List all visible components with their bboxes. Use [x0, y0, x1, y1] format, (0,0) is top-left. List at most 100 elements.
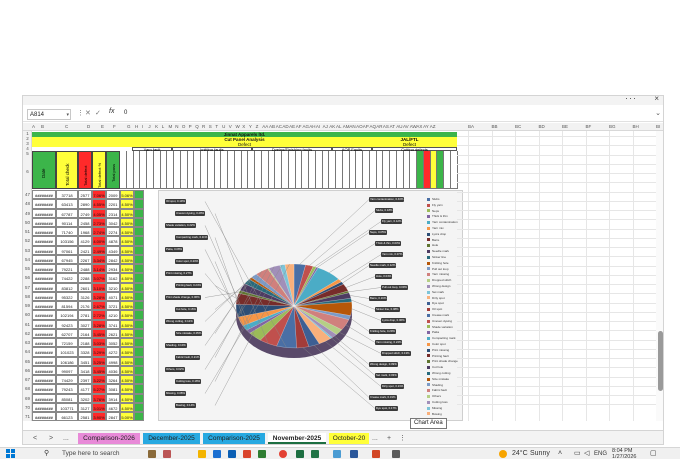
total-pass-cell[interactable]: 4349 [106, 245, 120, 255]
total-pass-cell[interactable]: 3721 [106, 301, 120, 311]
row-header-68[interactable]: 68 [23, 386, 32, 391]
total-defect-cell[interactable]: 2188 [78, 338, 92, 348]
status-cell[interactable] [134, 328, 144, 338]
legend-entry[interactable]: Fly yarn [427, 203, 443, 207]
total-pass-cell[interactable]: 2274 [106, 227, 120, 237]
enter-icon[interactable]: ✓ [95, 109, 101, 119]
date-cell[interactable]: ######## [32, 264, 56, 274]
sheet-tab[interactable]: Comparison-2025 [203, 433, 265, 444]
column-header-r[interactable]: R [202, 123, 205, 131]
data-label[interactable]: Needle mark, 0.12% [369, 263, 397, 268]
network-icon[interactable]: ▭ [574, 449, 581, 459]
column-header-at[interactable]: AT [390, 123, 395, 131]
defect-pct-cell[interactable]: 3.14% [92, 264, 106, 274]
column-header-bi[interactable]: BI [656, 123, 660, 131]
total-check-cell[interactable]: 103771 [56, 402, 78, 412]
chevron-up-icon[interactable]: ˄ [558, 449, 562, 459]
legend-entry[interactable]: Oil spot [427, 307, 442, 311]
total-pass-cell[interactable]: 2009 [106, 190, 120, 200]
date-cell[interactable]: ######## [32, 301, 56, 311]
total-defect-cell[interactable]: 3418 [78, 365, 92, 375]
row-header-58[interactable]: 58 [23, 294, 32, 299]
defect-pct-cell[interactable]: 2.49% [92, 245, 106, 255]
data-label[interactable]: Dirty spot, 0.21% [381, 384, 405, 389]
column-header-k[interactable]: K [155, 123, 158, 131]
data-label[interactable]: Cutting loss, 0.18% [175, 379, 202, 384]
target-pct-cell[interactable]: 4.50% [120, 217, 134, 227]
defect-pct-cell[interactable]: 3.25% [92, 356, 106, 366]
data-label[interactable]: Shading, 0.10% [165, 343, 187, 348]
close-button[interactable]: × [654, 96, 659, 103]
legend-entry[interactable]: Sinker line [427, 255, 446, 259]
total-check-cell[interactable]: 63413 [56, 199, 78, 209]
cancel-icon[interactable]: ✕ [85, 109, 91, 119]
total-pass-cell[interactable]: 3042 [106, 217, 120, 227]
data-label[interactable]: Knitting hole, 0.29% [369, 329, 396, 334]
date-cell[interactable]: ######## [32, 282, 56, 292]
column-header-an[interactable]: AN [349, 123, 355, 131]
mail-icon[interactable] [213, 450, 221, 458]
target-pct-cell[interactable]: 4.50% [120, 384, 134, 394]
defect-pct-cell[interactable]: 3.90% [92, 412, 106, 421]
data-label[interactable]: Crease mark, 0.31% [369, 395, 397, 400]
more-options-button[interactable]: ··· [625, 96, 637, 103]
legend-entry[interactable]: Dropped stitch [427, 278, 451, 282]
total-check-cell[interactable]: 67945 [56, 254, 78, 264]
legend-entry[interactable]: Print shade change [427, 359, 458, 363]
column-header-ak[interactable]: AK [329, 123, 335, 131]
target-pct-cell[interactable]: 4.50% [120, 273, 134, 283]
data-label[interactable]: Thick & thin, 0.03% [375, 241, 402, 246]
legend-entry[interactable]: Compacting mark [427, 336, 456, 340]
chrome-icon[interactable] [279, 450, 287, 458]
total-defect-cell[interactable]: 3202 [78, 393, 92, 403]
row-header-56[interactable]: 56 [23, 275, 32, 280]
row-header-57[interactable]: 57 [23, 285, 32, 290]
total-pass-cell[interactable]: 3264 [106, 375, 120, 385]
data-label[interactable]: Barre, 0.16% [369, 296, 388, 301]
legend-entry[interactable]: Thick & thin [427, 214, 448, 218]
column-header-l[interactable]: L [162, 123, 165, 131]
target-pct-cell[interactable]: 5.06% [120, 190, 134, 200]
column-header-j[interactable]: J [148, 123, 150, 131]
total-pass-cell[interactable]: 4672 [106, 402, 120, 412]
total-defect-cell[interactable]: 2749 [78, 208, 92, 218]
data-label[interactable]: Oil spot, 0.19% [165, 199, 186, 204]
legend-entry[interactable]: Neps [427, 209, 439, 213]
target-pct-cell[interactable]: 4.50% [120, 301, 134, 311]
legend-entry[interactable]: Yarn mix [427, 226, 444, 230]
column-header-v[interactable]: V [229, 123, 232, 131]
defect-pct-cell[interactable]: 3.28% [92, 319, 106, 329]
data-label[interactable]: Uneven dyeing, 0.28% [175, 211, 206, 216]
status-cell[interactable] [134, 236, 144, 246]
defect-pct-cell[interactable]: 3.76% [92, 393, 106, 403]
total-pass-cell[interactable]: 2847 [106, 412, 120, 421]
defect-pct-cell[interactable]: 7.06% [92, 190, 106, 200]
total-check-cell[interactable]: 83812 [56, 282, 78, 292]
date-cell[interactable]: ######## [32, 393, 56, 403]
column-header-ae[interactable]: AE [289, 123, 295, 131]
defect-pie-chart[interactable]: Slubs Fly yarn Neps Thick & thin Yarn contam… [158, 190, 463, 421]
column-header-au[interactable]: AU [396, 123, 402, 131]
target-pct-cell[interactable]: 4.50% [120, 245, 134, 255]
row-header-53[interactable]: 53 [23, 248, 32, 253]
date-cell[interactable]: ######## [32, 402, 56, 412]
total-pass-cell[interactable]: 3162 [106, 273, 120, 283]
row-header-67[interactable]: 67 [23, 377, 32, 382]
legend-entry[interactable]: Cut hole [427, 365, 443, 369]
row-header-61[interactable]: 61 [23, 322, 32, 327]
defect-pct-cell[interactable]: 2.67% [92, 301, 106, 311]
column-header-az[interactable]: AZ [430, 123, 436, 131]
legend-entry[interactable]: Patta [427, 330, 439, 334]
data-label[interactable]: Bowing, 0.14% [175, 403, 196, 408]
legend-entry[interactable]: Missing [427, 406, 442, 410]
target-pct-cell[interactable]: 4.50% [120, 319, 134, 329]
legend-entry[interactable]: Color spot [427, 342, 446, 346]
defect-pct-cell[interactable]: 3.28% [92, 291, 106, 301]
total-defect-cell[interactable]: 2781 [78, 310, 92, 320]
legend-entry[interactable]: Wrong design [427, 284, 450, 288]
total-check-cell[interactable]: 97061 [56, 245, 78, 255]
target-pct-cell[interactable]: 4.50% [120, 328, 134, 338]
row-header-52[interactable]: 52 [23, 238, 32, 243]
total-check-cell[interactable]: 62707 [56, 328, 78, 338]
legend-entry[interactable]: Crease mark [427, 313, 449, 317]
